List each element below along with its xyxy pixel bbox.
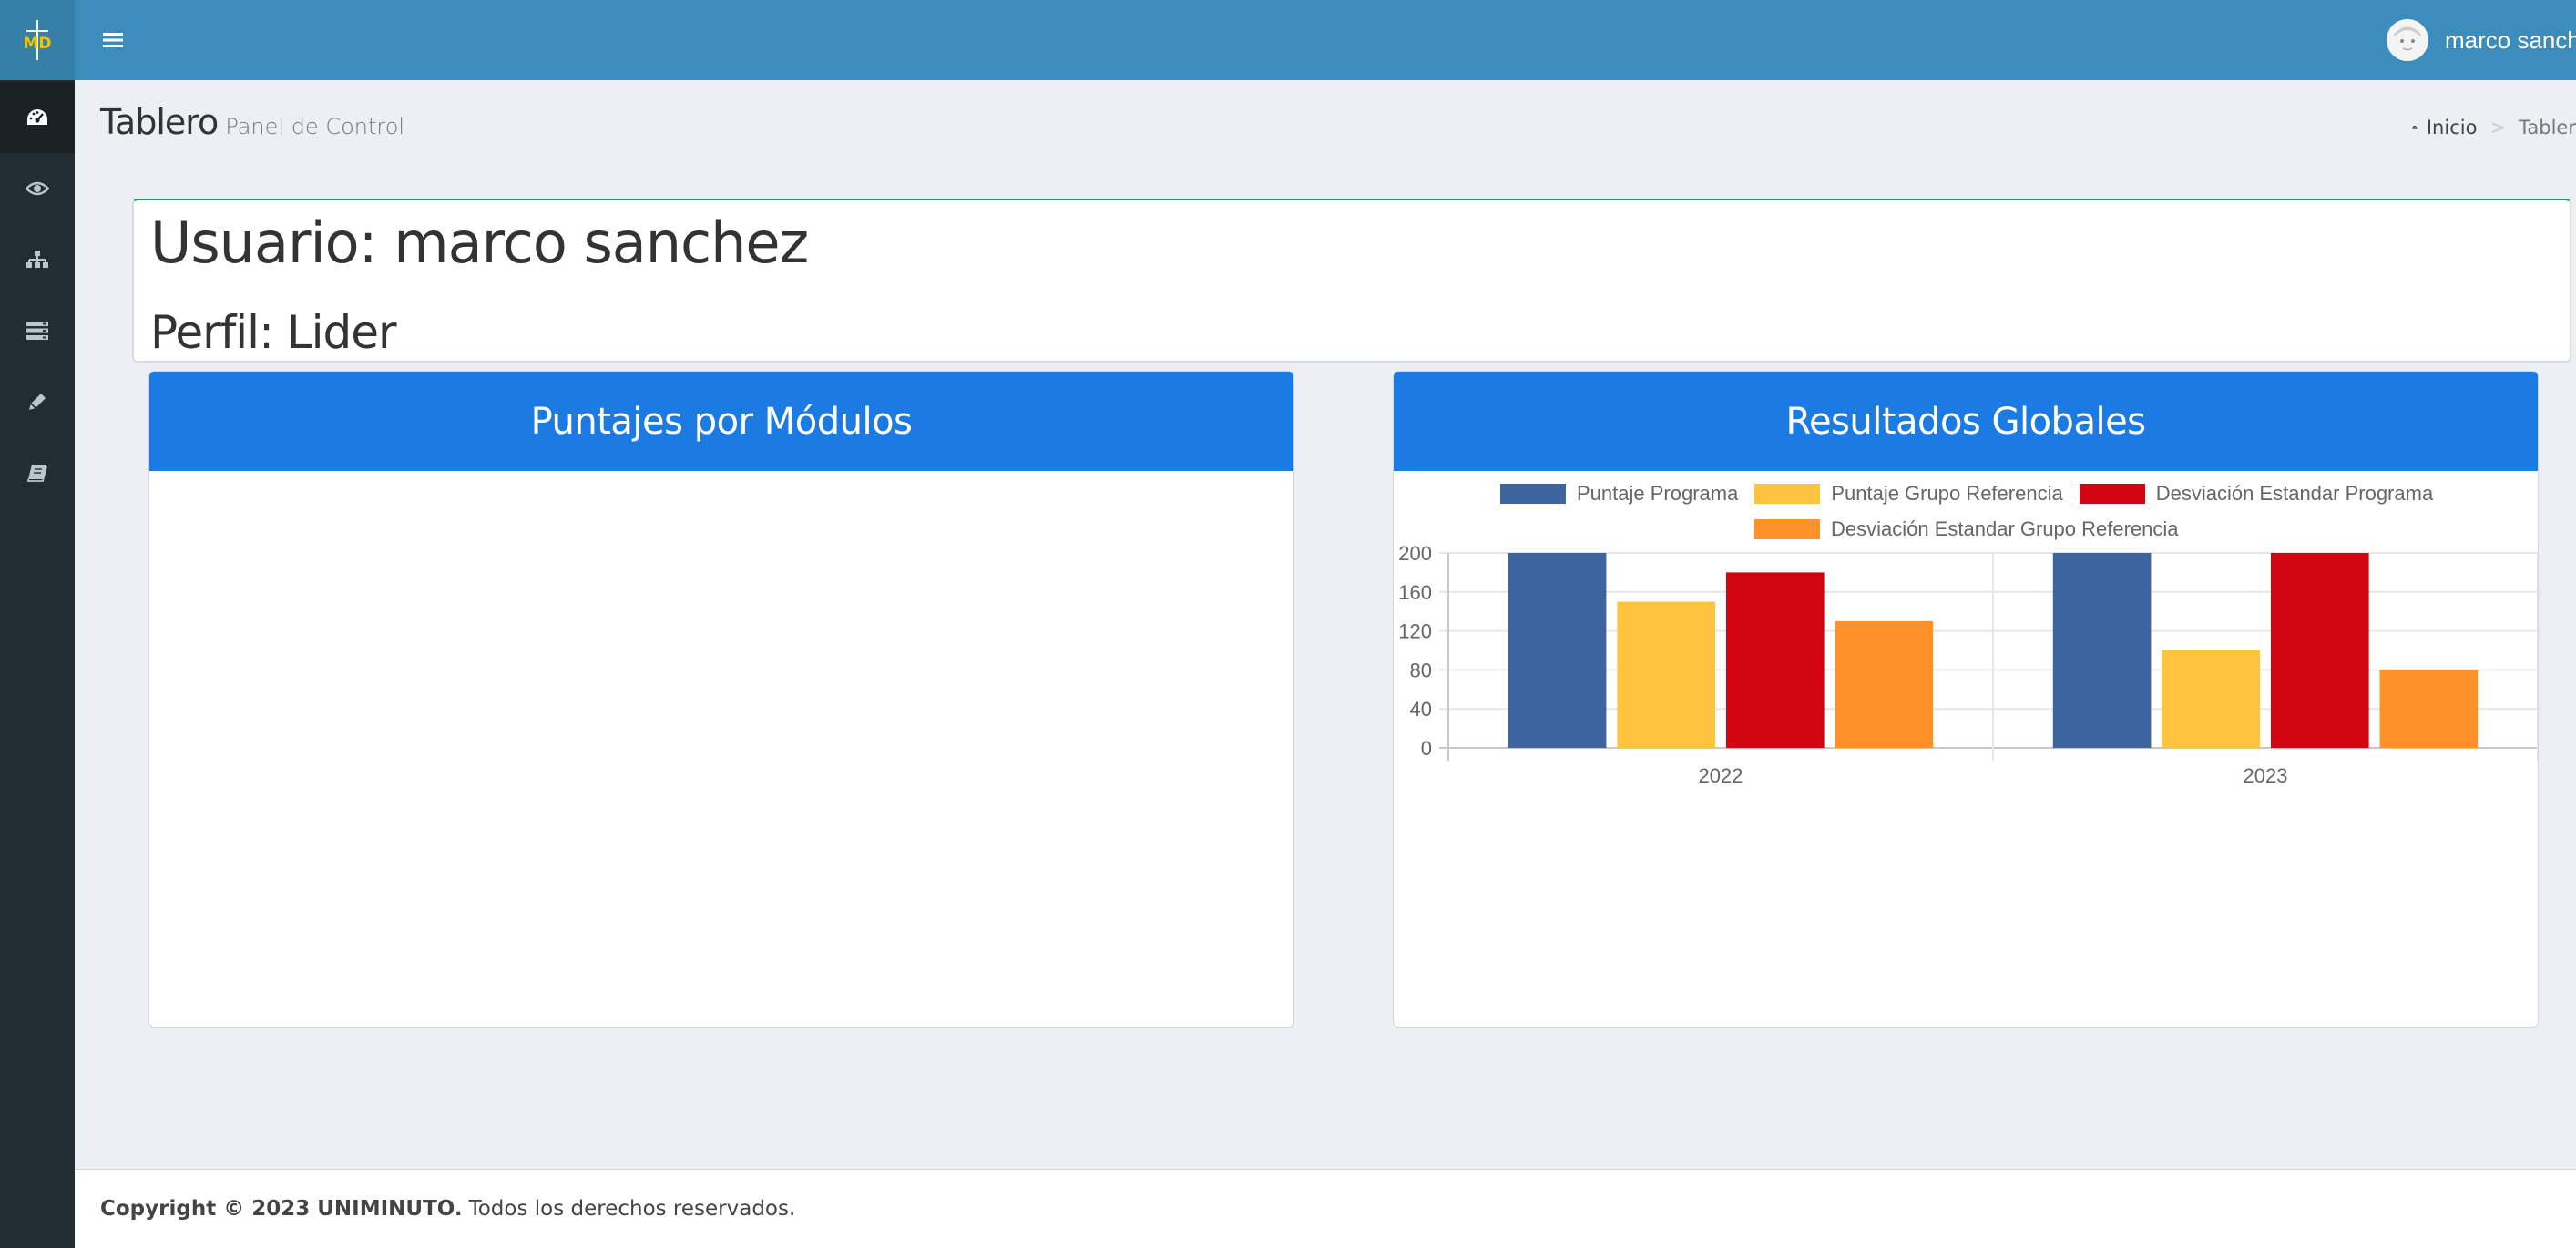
sidebar-item-edit[interactable] bbox=[0, 366, 75, 437]
sitemap-icon bbox=[26, 251, 48, 268]
sidebar-item-view[interactable] bbox=[0, 153, 75, 224]
sidebar-toggle-button[interactable] bbox=[98, 26, 128, 55]
footer-copyright: Copyright © 2023 UNIMINUTO. bbox=[100, 1197, 463, 1221]
book-icon bbox=[27, 465, 47, 482]
sidebar-item-server[interactable] bbox=[0, 295, 75, 366]
chart-canvas: 0 40 80 120 160 200 2022 2023 bbox=[1398, 542, 2538, 787]
breadcrumb-current: Tabler bbox=[2519, 117, 2576, 138]
breadcrumb: Inicio > Tabler bbox=[2412, 117, 2576, 138]
y-tick-label: 40 bbox=[1410, 698, 1432, 721]
chart-bar bbox=[1617, 601, 1716, 748]
chart-bar bbox=[1835, 620, 1934, 748]
y-tick-label: 160 bbox=[1398, 581, 1432, 604]
page-title: Tablero bbox=[100, 102, 219, 142]
eye-icon bbox=[26, 181, 49, 196]
sidebar-item-dashboard[interactable] bbox=[0, 82, 75, 153]
modules-panel-title: Puntajes por Módulos bbox=[149, 372, 1293, 471]
sidebar: MD bbox=[0, 0, 75, 1248]
modules-panel: Puntajes por Módulos bbox=[148, 371, 1294, 1028]
server-icon bbox=[26, 322, 48, 340]
y-tick-label: 200 bbox=[1398, 542, 1432, 565]
page-header: Tablero Panel de Control bbox=[100, 102, 404, 142]
svg-text:MD: MD bbox=[23, 35, 51, 53]
y-tick-label: 0 bbox=[1421, 737, 1432, 760]
footer: Copyright © 2023 UNIMINUTO. Todos los de… bbox=[75, 1169, 2576, 1248]
chart-bar bbox=[2270, 553, 2369, 748]
dashboard-icon bbox=[27, 109, 47, 125]
chart-bar bbox=[2162, 650, 2261, 748]
global-results-panel: Resultados Globales Puntaje Programa Punt… bbox=[1393, 371, 2539, 1028]
y-tick-label: 80 bbox=[1410, 659, 1432, 681]
global-results-panel-title: Resultados Globales bbox=[1394, 372, 2538, 471]
y-tick-label: 120 bbox=[1398, 620, 1432, 643]
x-tick-label: 2022 bbox=[1699, 764, 1743, 787]
footer-rights: Todos los derechos reservados. bbox=[468, 1197, 796, 1221]
menu-icon bbox=[103, 33, 123, 47]
chart-bar bbox=[2379, 670, 2479, 748]
pencil-icon bbox=[29, 394, 46, 410]
user-label: Usuario: marco sanchez bbox=[150, 210, 809, 276]
user-name[interactable]: marco sanche bbox=[2445, 26, 2576, 55]
user-info-box: Usuario: marco sanchez Perfil: Lider bbox=[132, 199, 2571, 363]
profile-label: Perfil: Lider bbox=[150, 306, 397, 359]
avatar-icon bbox=[2387, 19, 2428, 61]
sidebar-item-structure[interactable] bbox=[0, 224, 75, 295]
breadcrumb-separator: > bbox=[2489, 117, 2507, 138]
logo-icon: MD bbox=[23, 20, 52, 60]
user-menu[interactable]: marco sanche bbox=[2374, 0, 2576, 80]
chart-bar bbox=[2052, 553, 2152, 748]
page-subtitle: Panel de Control bbox=[225, 114, 405, 139]
chart-bar bbox=[1725, 572, 1825, 748]
global-results-chart: Puntaje Programa Puntaje Grupo Referencia… bbox=[1394, 471, 2538, 1027]
breadcrumb-home-link[interactable]: Inicio bbox=[2427, 117, 2478, 138]
app-logo[interactable]: MD bbox=[0, 0, 75, 80]
top-navbar: marco sanche bbox=[75, 0, 2576, 80]
user-avatar[interactable] bbox=[2387, 19, 2428, 61]
x-tick-label: 2023 bbox=[2244, 764, 2288, 787]
dashboard-icon bbox=[2412, 125, 2418, 129]
sidebar-item-book[interactable] bbox=[0, 437, 75, 508]
chart-bar bbox=[1508, 553, 1607, 748]
